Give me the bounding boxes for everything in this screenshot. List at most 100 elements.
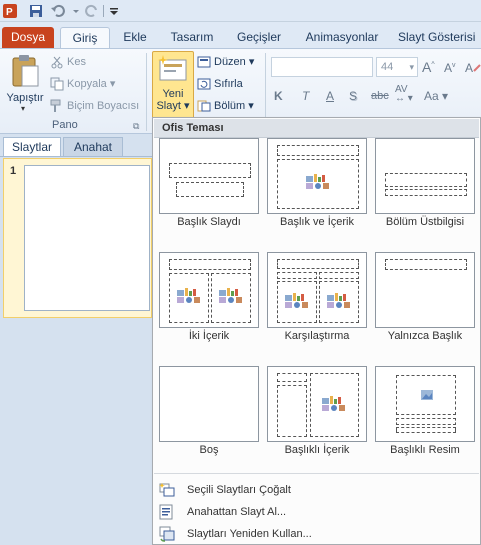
- content-icons-icon: [306, 174, 329, 189]
- font-size-box[interactable]: 44 ▾: [376, 57, 418, 77]
- save-icon[interactable]: [28, 3, 44, 19]
- tab-transitions[interactable]: Geçişler: [233, 27, 285, 48]
- layout-comparison[interactable]: [267, 252, 367, 328]
- layout-section-header[interactable]: [375, 138, 475, 214]
- picture-icon: [421, 390, 433, 400]
- title-placeholder: [277, 259, 359, 269]
- reset-icon: [197, 78, 211, 90]
- change-case-icon[interactable]: Aa ▾: [424, 89, 448, 103]
- font-size-dropdown-icon: ▾: [409, 62, 414, 72]
- text-placeholder: [385, 189, 467, 196]
- layout-title-content-label: Başlık ve İçerik: [280, 216, 354, 228]
- outline-icon: [159, 504, 173, 520]
- layout-comparison-label: Karşılaştırma: [284, 330, 350, 342]
- tab-home[interactable]: Giriş: [60, 27, 110, 48]
- title-placeholder: [169, 163, 251, 178]
- customize-toolbar-icon[interactable]: [106, 3, 122, 19]
- tab-insert[interactable]: Ekle: [118, 27, 152, 48]
- layout-two-content-label: İki İçerik: [188, 330, 230, 342]
- content-icons-icon: [285, 293, 308, 308]
- paste-button[interactable]: Yapıştır ▾: [4, 52, 46, 116]
- new-slide-label-line2: Slayt: [156, 100, 181, 112]
- layout-title-only[interactable]: [375, 252, 475, 328]
- right-content-placeholder: [211, 273, 251, 323]
- layout-content-caption[interactable]: [267, 366, 367, 442]
- character-spacing-icon[interactable]: AV ↔ ▾: [395, 85, 413, 104]
- layout-picture-caption[interactable]: [375, 366, 475, 442]
- reuse-slides-item[interactable]: Slaytları Yeniden Kullan...: [159, 524, 459, 544]
- reuse-slides-icon: [159, 526, 175, 542]
- reset-label: Sıfırla: [214, 78, 243, 90]
- reset-button[interactable]: Sıfırla: [197, 75, 243, 93]
- strikethrough-icon[interactable]: abc: [371, 90, 389, 102]
- shrink-font-icon[interactable]: Av: [444, 61, 456, 75]
- layout-two-content[interactable]: [159, 252, 259, 328]
- undo-dropdown-icon[interactable]: [68, 3, 84, 19]
- copy-dropdown-icon: ▾: [109, 78, 116, 90]
- clipboard-icon: [12, 55, 39, 87]
- tab-slides[interactable]: Slaytlar: [3, 137, 61, 156]
- title-placeholder: [385, 259, 467, 270]
- redo-icon[interactable]: [84, 3, 100, 19]
- slide-thumbnail[interactable]: [24, 165, 150, 311]
- bold-icon[interactable]: K: [274, 89, 283, 103]
- dialog-launcher-icon[interactable]: ⧉: [133, 121, 139, 132]
- undo-icon[interactable]: [50, 3, 66, 19]
- section-label: Bölüm: [214, 100, 246, 112]
- new-slide-label-line1: Yeni: [162, 88, 184, 100]
- subtitle-placeholder: [176, 182, 244, 197]
- office-theme-header: Ofis Teması: [154, 119, 479, 138]
- content-icons-icon: [327, 293, 350, 308]
- left-heading-placeholder: [277, 272, 317, 279]
- grow-font-icon[interactable]: A^: [422, 59, 435, 75]
- content-icons-icon: [219, 288, 242, 303]
- layout-title-only-label: Yalnızca Başlık: [387, 330, 463, 342]
- svg-text:P: P: [6, 7, 13, 18]
- layout-button[interactable]: Düzen ▾: [197, 53, 254, 71]
- underline-icon[interactable]: A: [326, 89, 334, 103]
- section-icon: [197, 100, 211, 112]
- shadow-icon[interactable]: S: [349, 89, 357, 103]
- caption-placeholder: [396, 427, 456, 433]
- duplicate-slides-item[interactable]: Seçili Slaytları Çoğalt: [159, 480, 459, 500]
- right-content-placeholder: [319, 281, 359, 323]
- right-heading-placeholder: [319, 272, 359, 279]
- tab-design[interactable]: Tasarım: [165, 27, 219, 48]
- content-placeholder: [310, 373, 359, 437]
- new-slide-dropdown-icon: ▾: [184, 100, 190, 112]
- brush-icon: [50, 99, 61, 113]
- powerpoint-logo-icon[interactable]: P: [2, 3, 18, 19]
- svg-text:A: A: [465, 61, 473, 75]
- font-name-box[interactable]: [271, 57, 373, 77]
- tab-slide-show[interactable]: Slayt Gösterisi: [398, 27, 481, 48]
- clear-formatting-icon[interactable]: A: [464, 57, 481, 77]
- title-placeholder: [396, 418, 456, 425]
- paste-dropdown-icon: ▾: [21, 104, 26, 113]
- copy-button[interactable]: Kopyala ▾: [50, 75, 115, 93]
- slides-from-outline-item[interactable]: Anahattan Slayt Al...: [159, 502, 459, 522]
- font-size-value: 44: [381, 61, 394, 73]
- caption-placeholder: [277, 385, 307, 437]
- section-button[interactable]: Bölüm ▾: [197, 97, 254, 115]
- slide-number: 1: [10, 165, 17, 177]
- layout-label: Düzen: [214, 56, 246, 68]
- tab-animations[interactable]: Animasyonlar: [300, 27, 384, 48]
- quick-access-toolbar: P: [0, 0, 481, 22]
- tab-outline[interactable]: Anahat: [63, 137, 123, 156]
- ribbon-tabs: Dosya Giriş Ekle Tasarım Geçişler Animas…: [0, 22, 481, 48]
- italic-icon[interactable]: T: [302, 89, 309, 103]
- new-slide-button[interactable]: Yeni Slayt ▾: [152, 51, 194, 119]
- content-icons-icon: [177, 288, 200, 303]
- cut-button[interactable]: Kes: [50, 53, 86, 71]
- picture-placeholder: [396, 375, 456, 415]
- layout-blank[interactable]: [159, 366, 259, 442]
- layout-title-content[interactable]: [267, 138, 367, 214]
- slide-thumbnail-row[interactable]: 1: [3, 158, 152, 318]
- duplicate-slides-label: Seçili Slaytları Çoğalt: [187, 484, 291, 496]
- left-content-placeholder: [169, 273, 209, 323]
- format-painter-button[interactable]: Biçim Boyacısı: [50, 97, 139, 115]
- title-placeholder: [385, 173, 467, 187]
- tab-file[interactable]: Dosya: [2, 27, 54, 48]
- slides-panel: Slaytlar Anahat 1: [0, 134, 152, 545]
- layout-title-slide[interactable]: [159, 138, 259, 214]
